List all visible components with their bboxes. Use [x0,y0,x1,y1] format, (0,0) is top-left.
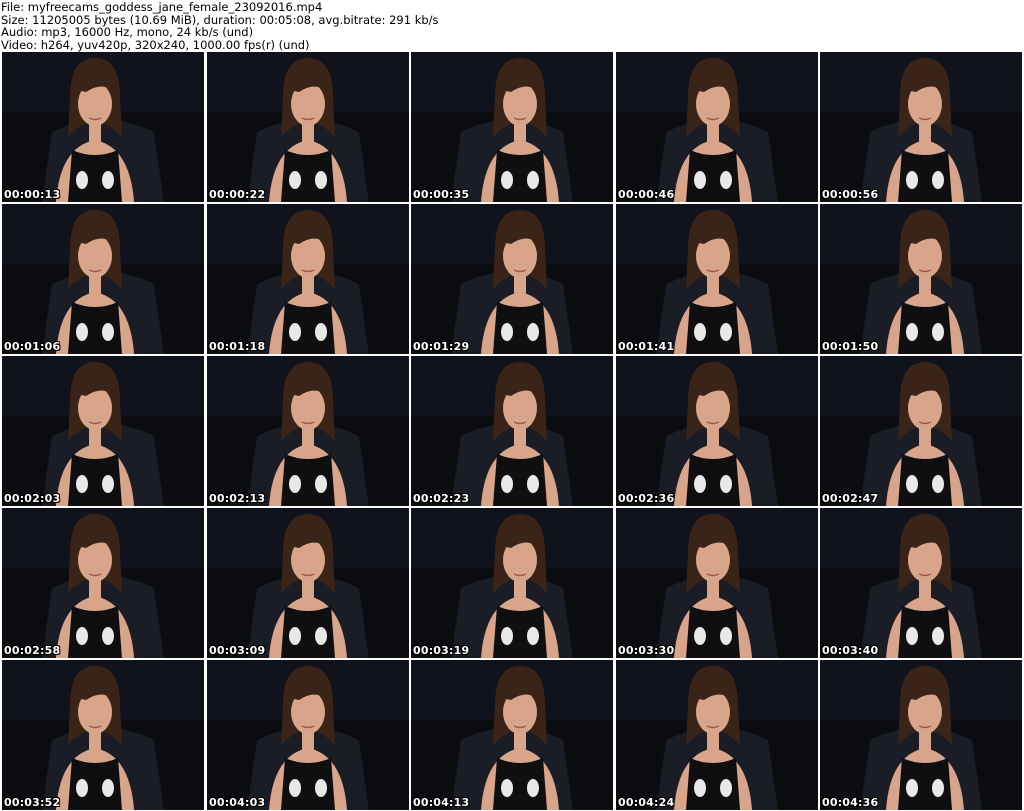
thumbnail-timestamp: 00:04:24 [618,796,675,809]
video-thumbnail: 00:02:13 [207,356,409,506]
thumbnail-timestamp: 00:02:23 [413,492,470,505]
webcam-frame-image [820,204,1022,354]
webcam-frame-image [616,52,818,202]
video-thumbnail: 00:01:41 [616,204,818,354]
webcam-frame-image [2,204,204,354]
video-thumbnail: 00:00:56 [820,52,1022,202]
video-thumbnail: 00:00:13 [2,52,204,202]
webcam-frame-image [616,204,818,354]
webcam-frame-image [2,660,204,810]
webcam-frame-image [411,52,613,202]
audio-info-line: Audio: mp3, 16000 Hz, mono, 24 kb/s (und… [1,25,254,39]
thumbnail-timestamp: 00:02:47 [822,492,879,505]
thumbnail-timestamp: 00:01:29 [413,340,470,353]
webcam-frame-image [616,508,818,658]
thumbnail-timestamp: 00:02:36 [618,492,675,505]
thumbnail-timestamp: 00:00:46 [618,188,675,201]
webcam-frame-image [411,356,613,506]
video-thumbnail: 00:02:36 [616,356,818,506]
thumbnail-timestamp: 00:02:58 [4,644,61,657]
video-thumbnail: 00:02:58 [2,508,204,658]
thumbnail-timestamp: 00:04:13 [413,796,470,809]
thumbnail-timestamp: 00:01:06 [4,340,61,353]
webcam-frame-image [820,508,1022,658]
thumbnail-timestamp: 00:03:09 [209,644,266,657]
video-thumbnail: 00:01:06 [2,204,204,354]
thumbnail-timestamp: 00:03:19 [413,644,470,657]
thumbnail-timestamp: 00:01:41 [618,340,675,353]
webcam-frame-image [207,508,409,658]
webcam-frame-image [207,204,409,354]
webcam-frame-image [616,660,818,810]
webcam-frame-image [820,660,1022,810]
thumbnail-timestamp: 00:02:13 [209,492,266,505]
webcam-frame-image [207,660,409,810]
thumbnail-timestamp: 00:04:03 [209,796,266,809]
video-thumbnail: 00:00:22 [207,52,409,202]
thumbnail-timestamp: 00:00:56 [822,188,879,201]
video-thumbnail: 00:03:30 [616,508,818,658]
video-thumbnail: 00:03:19 [411,508,613,658]
video-thumbnail: 00:04:36 [820,660,1022,810]
thumbnail-timestamp: 00:04:36 [822,796,879,809]
thumbnail-timestamp: 00:00:13 [4,188,61,201]
webcam-frame-image [2,356,204,506]
video-thumbnail: 00:04:13 [411,660,613,810]
thumbnail-timestamp: 00:03:30 [618,644,675,657]
video-thumbnail: 00:01:50 [820,204,1022,354]
file-name-line: File: myfreecams_goddess_jane_female_230… [1,0,323,14]
video-thumbnail: 00:02:23 [411,356,613,506]
thumbnail-timestamp: 00:00:35 [413,188,470,201]
thumbnail-timestamp: 00:02:03 [4,492,61,505]
video-thumbnail: 00:00:35 [411,52,613,202]
thumbnail-timestamp: 00:00:22 [209,188,266,201]
video-thumbnail: 00:01:29 [411,204,613,354]
webcam-frame-image [2,52,204,202]
webcam-frame-image [2,508,204,658]
video-thumbnail: 00:04:03 [207,660,409,810]
thumbnail-timestamp: 00:01:50 [822,340,879,353]
webcam-frame-image [207,52,409,202]
video-thumbnail: 00:01:18 [207,204,409,354]
video-thumbnail: 00:02:47 [820,356,1022,506]
webcam-frame-image [411,204,613,354]
webcam-frame-image [820,356,1022,506]
webcam-frame-image [207,356,409,506]
video-thumbnail: 00:03:40 [820,508,1022,658]
webcam-frame-image [411,660,613,810]
thumbnail-grid: 00:00:13 00:00:22 00:00:35 00:00:46 00:0… [0,52,1024,811]
thumbnail-timestamp: 00:03:52 [4,796,61,809]
webcam-frame-image [411,508,613,658]
webcam-frame-image [616,356,818,506]
video-thumbnail: 00:00:46 [616,52,818,202]
video-thumbnail: 00:02:03 [2,356,204,506]
video-thumbnail: 00:03:09 [207,508,409,658]
video-info-line: Video: h264, yuv420p, 320x240, 1000.00 f… [1,37,310,52]
thumbnail-timestamp: 00:03:40 [822,644,879,657]
file-info-header: File: myfreecams_goddess_jane_female_230… [0,0,1024,52]
thumbnail-timestamp: 00:01:18 [209,340,266,353]
video-thumbnail: 00:04:24 [616,660,818,810]
webcam-frame-image [820,52,1022,202]
video-thumbnail: 00:03:52 [2,660,204,810]
